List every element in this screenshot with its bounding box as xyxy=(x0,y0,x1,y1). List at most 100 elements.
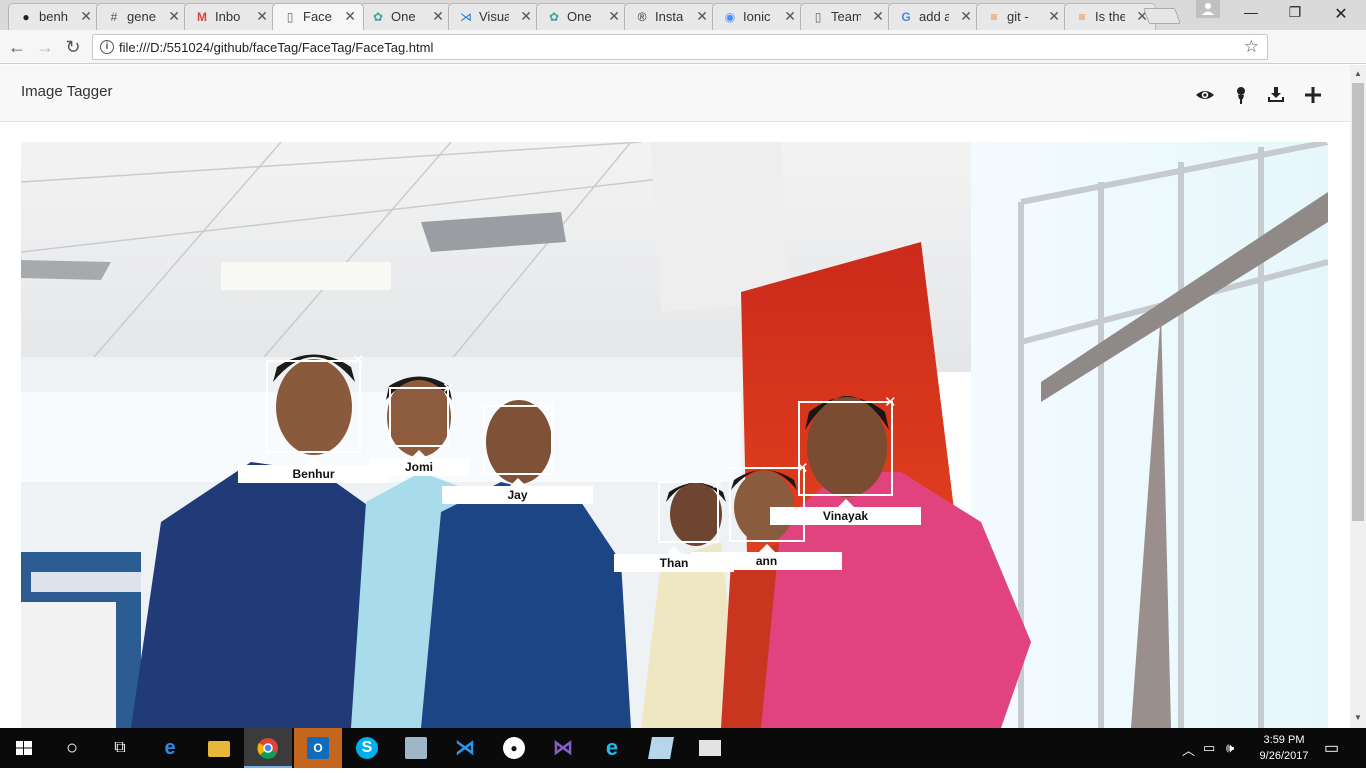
taskbar-app[interactable]: S xyxy=(343,728,391,768)
remove-tag-icon[interactable]: ✕ xyxy=(711,477,724,492)
close-window-button[interactable]: ✕ xyxy=(1318,4,1364,24)
remove-tag-icon[interactable]: ✕ xyxy=(442,381,455,396)
tab-title: Visua xyxy=(479,9,509,24)
preview-button[interactable] xyxy=(1194,85,1216,105)
profile-button[interactable] xyxy=(1196,0,1220,18)
back-button[interactable]: ← xyxy=(6,36,28,58)
minimize-button[interactable]: — xyxy=(1228,4,1274,20)
face-tag-box[interactable] xyxy=(798,401,893,496)
remote-desktop-icon xyxy=(699,740,721,756)
reload-button[interactable]: ↻ xyxy=(62,36,84,58)
system-clock[interactable]: 3:59 PM 9/26/2017 xyxy=(1246,732,1322,764)
scrollbar-thumb[interactable] xyxy=(1352,83,1364,521)
taskbar-app[interactable]: ● xyxy=(490,728,538,768)
task-view-icon: ⧉ xyxy=(114,739,126,756)
tab-close-icon[interactable]: ✕ xyxy=(872,8,884,24)
tab-title: git - xyxy=(1007,9,1029,24)
page-icon: ▯ xyxy=(814,10,822,24)
tab-close-icon[interactable]: ✕ xyxy=(520,8,532,24)
tag-name-label[interactable]: Jomi xyxy=(369,450,469,476)
tag-name-label[interactable]: Benhur xyxy=(238,457,389,483)
search-button[interactable]: ○ xyxy=(48,728,96,768)
restore-button[interactable]: ❐ xyxy=(1272,4,1318,21)
tab-title: Face xyxy=(303,9,332,24)
tab-close-icon[interactable]: ✕ xyxy=(256,8,268,24)
scroll-up-icon[interactable]: ▲ xyxy=(1354,69,1362,78)
browser-tab[interactable]: ▯ Team ✕ xyxy=(800,3,892,30)
tab-close-icon[interactable]: ✕ xyxy=(608,8,620,24)
scroll-down-icon[interactable]: ▼ xyxy=(1354,713,1362,722)
face-tag-box[interactable] xyxy=(729,467,805,542)
tag-name-label[interactable]: Vinayak xyxy=(770,499,921,525)
info-icon[interactable]: i xyxy=(100,40,114,54)
new-tab-button[interactable] xyxy=(1143,8,1181,24)
remove-tag-icon[interactable]: ✕ xyxy=(544,399,557,414)
tab-close-icon[interactable]: ✕ xyxy=(1048,8,1060,24)
taskbar-app-active[interactable] xyxy=(244,728,292,768)
volume-icon[interactable]: 🕪 xyxy=(1226,740,1234,756)
browser-tab[interactable]: ≡ git - ✕ xyxy=(976,3,1068,30)
tab-title: add a xyxy=(919,9,949,24)
taskbar-app[interactable]: ⋊ xyxy=(441,728,489,768)
face-tag-box[interactable] xyxy=(658,481,719,543)
control-panel-icon xyxy=(405,737,427,759)
chrome-icon xyxy=(257,738,278,759)
download-button[interactable] xyxy=(1265,85,1287,105)
browser-tab[interactable]: ® Insta ✕ xyxy=(624,3,716,30)
tagged-photo[interactable]: ✕ Benhur ✕ Jomi ✕ Jay ✕ Than ✕ ann ✕ Vin… xyxy=(21,142,1328,728)
browser-tab[interactable]: ⋊ Visua ✕ xyxy=(448,3,540,30)
stackoverflow-icon: ≡ xyxy=(1078,10,1086,24)
taskbar-app[interactable] xyxy=(637,728,685,768)
bookmark-star-icon[interactable]: ☆ xyxy=(1244,37,1259,57)
eye-icon xyxy=(1196,91,1214,99)
taskbar-app[interactable] xyxy=(195,728,243,768)
tab-close-icon[interactable]: ✕ xyxy=(168,8,180,24)
tag-name-label[interactable]: ann xyxy=(691,544,842,570)
taskbar-app[interactable] xyxy=(392,728,440,768)
browser-tab[interactable]: ● benh ✕ xyxy=(8,3,100,30)
browser-tab-strip: ● benh ✕ # gene ✕ M Inbo ✕ ▯ Face ✕ ✿ On… xyxy=(0,0,1366,30)
browser-tab[interactable]: ✿ One ✕ xyxy=(536,3,628,30)
browser-tab[interactable]: G add a ✕ xyxy=(888,3,980,30)
face-tag-box[interactable] xyxy=(266,360,361,453)
browser-tab[interactable]: M Inbo ✕ xyxy=(184,3,276,30)
tab-close-icon[interactable]: ✕ xyxy=(432,8,444,24)
browser-tab[interactable]: ≡ Is the ✕ xyxy=(1064,3,1156,30)
tab-close-icon[interactable]: ✕ xyxy=(784,8,796,24)
taskbar-app[interactable] xyxy=(686,728,734,768)
browser-tab[interactable]: ✿ One ✕ xyxy=(360,3,452,30)
taskbar-app[interactable]: O xyxy=(294,728,342,768)
browser-tab-active[interactable]: ▯ Face ✕ xyxy=(272,3,364,30)
network-icon[interactable]: ▭ xyxy=(1203,740,1215,756)
spinner-icon: ✿ xyxy=(372,10,384,24)
tab-title: Team xyxy=(831,9,861,24)
url-text[interactable]: file:///D:/551024/github/faceTag/FaceTag… xyxy=(119,40,433,55)
page-scrollbar[interactable]: ▲ ▼ xyxy=(1350,65,1366,728)
face-tag-box[interactable] xyxy=(389,387,449,447)
browser-tab[interactable]: # gene ✕ xyxy=(96,3,188,30)
google-icon: G xyxy=(901,10,911,24)
tab-close-icon[interactable]: ✕ xyxy=(696,8,708,24)
taskbar-app[interactable]: e xyxy=(588,728,636,768)
tag-name-label[interactable]: Jay xyxy=(442,478,593,504)
edge-icon: e xyxy=(164,737,176,759)
tag-person-button[interactable] xyxy=(1230,85,1252,105)
action-center-icon[interactable]: ▭ xyxy=(1324,738,1339,758)
remove-tag-icon[interactable]: ✕ xyxy=(884,395,897,410)
show-hidden-icons[interactable]: ︿ xyxy=(1182,740,1195,759)
address-bar[interactable]: i file:///D:/551024/github/faceTag/FaceT… xyxy=(92,34,1268,60)
start-button[interactable] xyxy=(0,728,48,768)
tab-close-icon[interactable]: ✕ xyxy=(80,8,92,24)
add-image-button[interactable] xyxy=(1302,85,1324,105)
clock-date: 9/26/2017 xyxy=(1259,750,1309,762)
forward-button[interactable]: → xyxy=(34,36,56,58)
face-tag-box[interactable] xyxy=(483,405,553,475)
remove-tag-icon[interactable]: ✕ xyxy=(352,353,365,368)
taskbar-app[interactable]: e xyxy=(146,728,194,768)
tab-close-icon[interactable]: ✕ xyxy=(960,8,972,24)
task-view-button[interactable]: ⧉ xyxy=(96,728,144,768)
taskbar-app[interactable]: ⋈ xyxy=(539,728,587,768)
browser-tab[interactable]: ◉ Ionic ✕ xyxy=(712,3,804,30)
tab-close-icon[interactable]: ✕ xyxy=(344,8,356,24)
clock-time: 3:59 PM xyxy=(1263,734,1305,746)
